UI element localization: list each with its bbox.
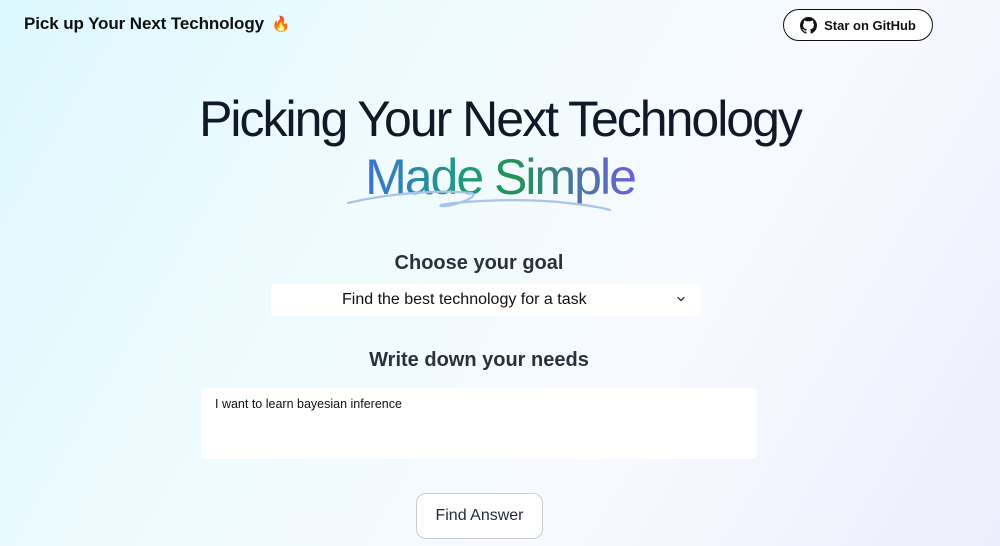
find-answer-button[interactable]: Find Answer [416,493,543,539]
needs-textarea[interactable]: I want to learn bayesian inference [201,388,757,459]
chevron-down-icon [677,296,685,302]
fire-icon: 🔥 [271,16,291,33]
app-title: Pick up Your Next Technology 🔥 [24,14,290,34]
hero-title: Picking Your Next Technology [199,91,803,147]
github-button-label: Star on GitHub [824,17,916,33]
goal-select-value: Find the best technology for a task [342,291,587,308]
star-on-github-button[interactable]: Star on GitHub [783,9,933,41]
app-title-text: Pick up Your Next Technology [24,14,264,33]
needs-heading: Write down your needs [369,349,589,371]
goal-heading: Choose your goal [394,252,564,274]
github-icon [800,16,818,34]
goal-select[interactable]: Find the best technology for a task [271,284,701,316]
underline-squiggle [346,190,612,212]
